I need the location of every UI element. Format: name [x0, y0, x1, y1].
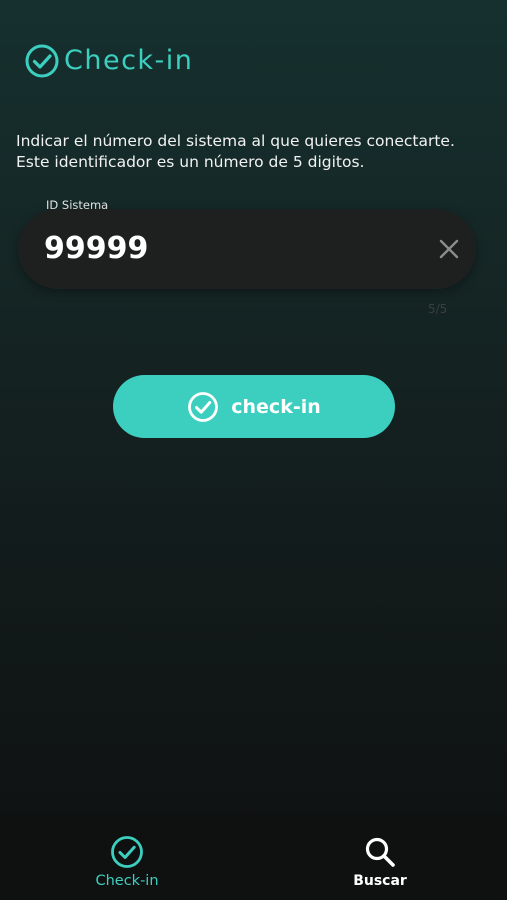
checkin-button[interactable]: check-in: [113, 375, 395, 438]
checkin-button-label: check-in: [231, 395, 321, 418]
instructions-text: Indicar el número del sistema al que qui…: [16, 131, 496, 173]
check-circle-icon: [188, 391, 219, 422]
instructions-line-1: Indicar el número del sistema al que qui…: [16, 132, 455, 150]
search-icon: [365, 837, 395, 867]
nav-item-buscar[interactable]: Buscar: [310, 835, 450, 889]
bottom-navigation: Check-in Buscar: [0, 815, 507, 900]
check-circle-icon: [111, 836, 143, 868]
character-counter: 5/5: [428, 302, 448, 316]
check-circle-icon: [25, 44, 59, 78]
page-title: Check-in: [64, 45, 194, 76]
system-id-field-container: [18, 209, 476, 289]
nav-item-buscar-label: Buscar: [353, 873, 407, 889]
instructions-line-2: Este identificador es un número de 5 dig…: [16, 153, 365, 171]
close-icon[interactable]: [436, 236, 462, 262]
system-id-input[interactable]: [44, 229, 404, 269]
nav-item-checkin-label: Check-in: [95, 873, 159, 889]
nav-item-checkin[interactable]: Check-in: [57, 835, 197, 889]
app-header: Check-in: [24, 42, 193, 80]
